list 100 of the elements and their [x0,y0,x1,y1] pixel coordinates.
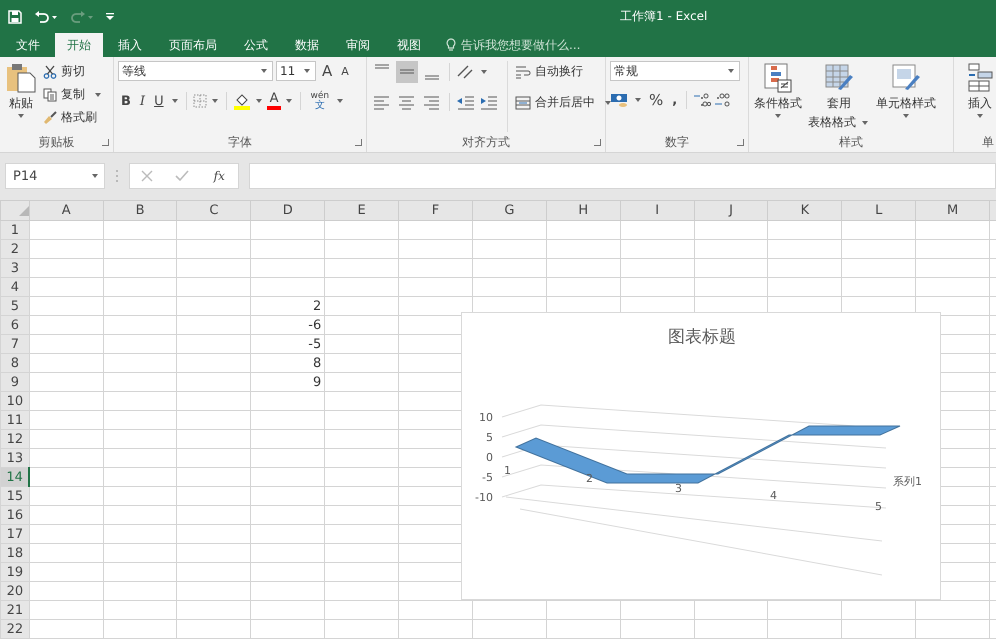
y-tick-label: 5 [486,431,493,444]
number-format-field[interactable]: 常规 [610,61,740,81]
phonetic-button[interactable]: wén 文 [307,91,332,111]
column-header[interactable]: M [916,200,990,220]
row-header[interactable]: 5 [0,296,30,316]
cell-value: 9 [312,374,322,390]
undo-icon[interactable] [34,10,58,22]
row-header[interactable]: 1 [0,220,30,240]
currency-icon[interactable] [610,92,630,108]
row-header[interactable]: 21 [0,600,30,620]
font-size-field[interactable]: 11 [276,61,316,81]
cell-styles-button[interactable]: 单元格样式 [875,61,937,133]
copy-button[interactable]: 复制 [42,84,104,105]
group-label: 单 [982,134,994,150]
ribbon-tab[interactable]: 数据 [283,33,331,57]
column-header[interactable]: C [176,200,251,220]
dialog-launcher-icon[interactable] [594,139,601,146]
increase-decimal-icon[interactable] [693,92,712,108]
format-as-table-button[interactable]: 套用 表格格式 [807,61,871,133]
merge-cells-icon [515,96,531,110]
ribbon-tab[interactable]: 文件 [4,33,52,57]
comma-button[interactable]: , [669,92,680,108]
scissors-icon [43,64,57,78]
y-tick-label: -10 [475,491,493,504]
check-icon[interactable] [175,170,190,182]
window-title: 工作簿1 - Excel [620,8,708,25]
name-box[interactable]: P14 [5,163,105,189]
fill-color-icon[interactable] [232,92,251,110]
column-header[interactable]: G [472,200,546,220]
row-header[interactable]: 4 [0,278,30,296]
row-header[interactable]: 12 [0,430,30,448]
save-icon[interactable] [8,10,22,24]
column-header[interactable]: I [620,200,694,220]
column-header[interactable]: A [29,200,104,220]
row-header[interactable]: 8 [0,354,30,372]
row-header[interactable]: 18 [0,544,30,562]
insert-cells-icon [967,63,993,93]
ribbon-tab[interactable]: 页面布局 [157,33,229,57]
ribbon-tab[interactable]: 视图 [385,33,433,57]
bold-button[interactable]: B [118,94,134,108]
column-header[interactable]: J [694,200,768,220]
dialog-launcher-icon[interactable] [355,139,362,146]
percent-button[interactable]: % [646,91,666,109]
row-header[interactable]: 15 [0,486,30,506]
conditional-formatting-button[interactable]: 条件格式 [753,61,803,133]
ribbon-tab[interactable]: 公式 [232,33,280,57]
column-header[interactable]: D [250,200,325,220]
underline-button[interactable]: U [151,94,167,108]
y-tick-label: -5 [482,471,493,484]
y-tick-label: 10 [479,411,493,424]
dialog-launcher-icon[interactable] [737,139,744,146]
borders-icon[interactable] [192,94,207,108]
ribbon-tab[interactable]: 审阅 [334,33,382,57]
cut-button[interactable]: 剪切 [42,61,104,82]
column-header[interactable]: L [842,200,916,220]
tell-me-field[interactable]: 告诉我您想要做什么... [446,33,580,57]
row-header[interactable]: 17 [0,524,30,544]
paste-button[interactable]: 粘贴 [4,61,38,132]
row-header[interactable]: 13 [0,448,30,468]
row-header[interactable]: 11 [0,410,30,430]
cell-value: -5 [308,336,322,352]
decrease-font-button[interactable]: A [338,64,352,78]
drag-handle-icon[interactable] [115,169,119,183]
align-middle-icon[interactable] [396,61,418,83]
ribbon-tab[interactable]: 插入 [106,33,154,57]
row-header[interactable]: 3 [0,258,30,278]
column-header[interactable]: E [324,200,399,220]
row-header[interactable]: 22 [0,620,30,638]
row-header[interactable]: 2 [0,240,30,258]
format-painter-button[interactable]: 格式刷 [42,107,104,128]
formula-input-field[interactable] [249,163,996,189]
cell-value: -6 [308,318,322,332]
column-header[interactable]: H [546,200,620,220]
column-header[interactable]: F [398,200,472,220]
insert-cells-button[interactable]: 插入 [958,61,996,132]
ribbon-tab[interactable]: 开始 [55,33,103,57]
row-header[interactable]: 16 [0,506,30,524]
increase-font-button[interactable]: A [319,62,336,80]
italic-button[interactable]: I [136,94,148,108]
font-name-field[interactable]: 等线 [118,61,273,81]
clipboard-icon [6,63,36,93]
column-header[interactable]: B [103,200,177,220]
row-header[interactable]: 9 [0,372,30,392]
dialog-launcher-icon[interactable] [102,139,109,146]
font-color-button[interactable]: A [266,92,282,110]
group-label: 样式 [839,134,863,151]
group-label: 剪贴板 [38,134,74,150]
row-header[interactable]: 19 [0,562,30,582]
row-header[interactable]: 6 [0,316,30,334]
insert-function-button[interactable]: fx [212,169,227,183]
row-header[interactable]: 14 [0,468,30,486]
decrease-decimal-icon[interactable] [714,92,732,108]
row-header[interactable]: 20 [0,582,30,600]
group-label: 字体 [228,134,252,150]
table-brush-icon [824,63,854,93]
customize-icon[interactable] [106,12,114,20]
column-header[interactable]: K [768,200,842,220]
row-header[interactable]: 7 [0,334,30,354]
row-header[interactable]: 10 [0,392,30,410]
group-label: 数字 [665,134,689,150]
